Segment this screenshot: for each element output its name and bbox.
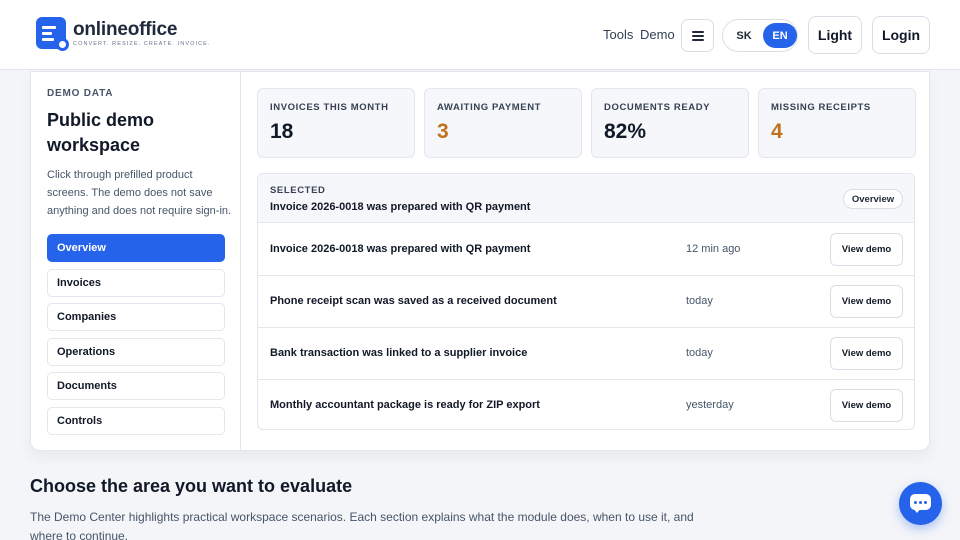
selected-label: SELECTED <box>270 185 326 196</box>
kpi-documents-ready: DOCUMENTS READY 82% <box>591 88 749 158</box>
demo-sidebar: DEMO DATA Public demo workspace Click th… <box>31 72 241 450</box>
view-demo-button[interactable]: View demo <box>830 337 903 370</box>
kpi-missing-receipts: MISSING RECEIPTS 4 <box>758 88 916 158</box>
view-demo-button[interactable]: View demo <box>830 285 903 318</box>
kpi-value: 82% <box>604 120 647 143</box>
kpi-label: MISSING RECEIPTS <box>771 102 871 113</box>
activity-title: Bank transaction was linked to a supplie… <box>270 347 528 359</box>
nav-link-demo[interactable]: Demo <box>640 27 675 42</box>
kpi-value: 3 <box>437 120 449 143</box>
kpi-value: 4 <box>771 120 783 143</box>
table-row: Monthly accountant package is ready for … <box>258 380 914 429</box>
login-button[interactable]: Login <box>872 16 930 54</box>
view-demo-button[interactable]: View demo <box>830 389 903 422</box>
theme-toggle-button[interactable]: Light <box>808 16 862 54</box>
activity-time: today <box>686 347 713 359</box>
overview-badge: Overview <box>843 189 903 209</box>
brand-tagline: CONVERT. RESIZE. CREATE. INVOICE. <box>73 40 211 47</box>
document-logo-icon <box>36 17 69 51</box>
sidebar-item-invoices[interactable]: Invoices <box>47 269 225 297</box>
kpi-awaiting-payment: AWAITING PAYMENT 3 <box>424 88 582 158</box>
activity-title: Monthly accountant package is ready for … <box>270 399 540 411</box>
sidebar-eyebrow: DEMO DATA <box>47 88 114 99</box>
section-description: The Demo Center highlights practical wor… <box>30 510 694 540</box>
sidebar-item-operations[interactable]: Operations <box>47 338 225 366</box>
kpi-invoices-this-month: INVOICES THIS MONTH 18 <box>257 88 415 158</box>
table-row: Invoice 2026-0018 was prepared with QR p… <box>258 224 914 276</box>
chat-widget-button[interactable] <box>899 482 942 525</box>
nav-link-tools[interactable]: Tools <box>603 27 633 42</box>
sidebar-item-controls[interactable]: Controls <box>47 407 225 435</box>
table-row: Phone receipt scan was saved as a receiv… <box>258 276 914 328</box>
language-switcher: SK EN <box>722 19 798 52</box>
sidebar-title: Public demo workspace <box>47 110 155 155</box>
brand-logo[interactable]: onlineoffice CONVERT. RESIZE. CREATE. IN… <box>36 17 211 51</box>
sidebar-item-overview[interactable]: Overview <box>47 234 225 262</box>
kpi-label: INVOICES THIS MONTH <box>270 102 389 113</box>
demo-workspace-card: DEMO DATA Public demo workspace Click th… <box>30 71 930 451</box>
menu-button[interactable] <box>681 19 714 52</box>
section-title: Choose the area you want to evaluate <box>30 476 353 496</box>
activity-time: 12 min ago <box>686 243 741 255</box>
kpi-label: DOCUMENTS READY <box>604 102 711 113</box>
activity-time: today <box>686 295 713 307</box>
sidebar-item-documents[interactable]: Documents <box>47 372 225 400</box>
table-row: Bank transaction was linked to a supplie… <box>258 328 914 380</box>
selected-activity-header: SELECTED Invoice 2026-0018 was prepared … <box>258 174 914 223</box>
view-demo-button[interactable]: View demo <box>830 233 903 266</box>
kpi-value: 18 <box>270 120 294 143</box>
selected-title: Invoice 2026-0018 was prepared with QR p… <box>270 201 531 213</box>
activity-table: SELECTED Invoice 2026-0018 was prepared … <box>257 173 915 430</box>
top-navigation-bar: onlineoffice CONVERT. RESIZE. CREATE. IN… <box>0 0 960 70</box>
lang-option-sk[interactable]: SK <box>727 23 761 48</box>
sidebar-item-companies[interactable]: Companies <box>47 303 225 331</box>
activity-title: Phone receipt scan was saved as a receiv… <box>270 295 557 307</box>
activity-title: Invoice 2026-0018 was prepared with QR p… <box>270 243 531 255</box>
lang-option-en[interactable]: EN <box>763 23 797 48</box>
brand-name: onlineoffice <box>73 18 178 40</box>
sidebar-description: Click through prefilled product screens.… <box>47 169 232 217</box>
activity-time: yesterday <box>686 399 734 411</box>
kpi-label: AWAITING PAYMENT <box>437 102 542 113</box>
